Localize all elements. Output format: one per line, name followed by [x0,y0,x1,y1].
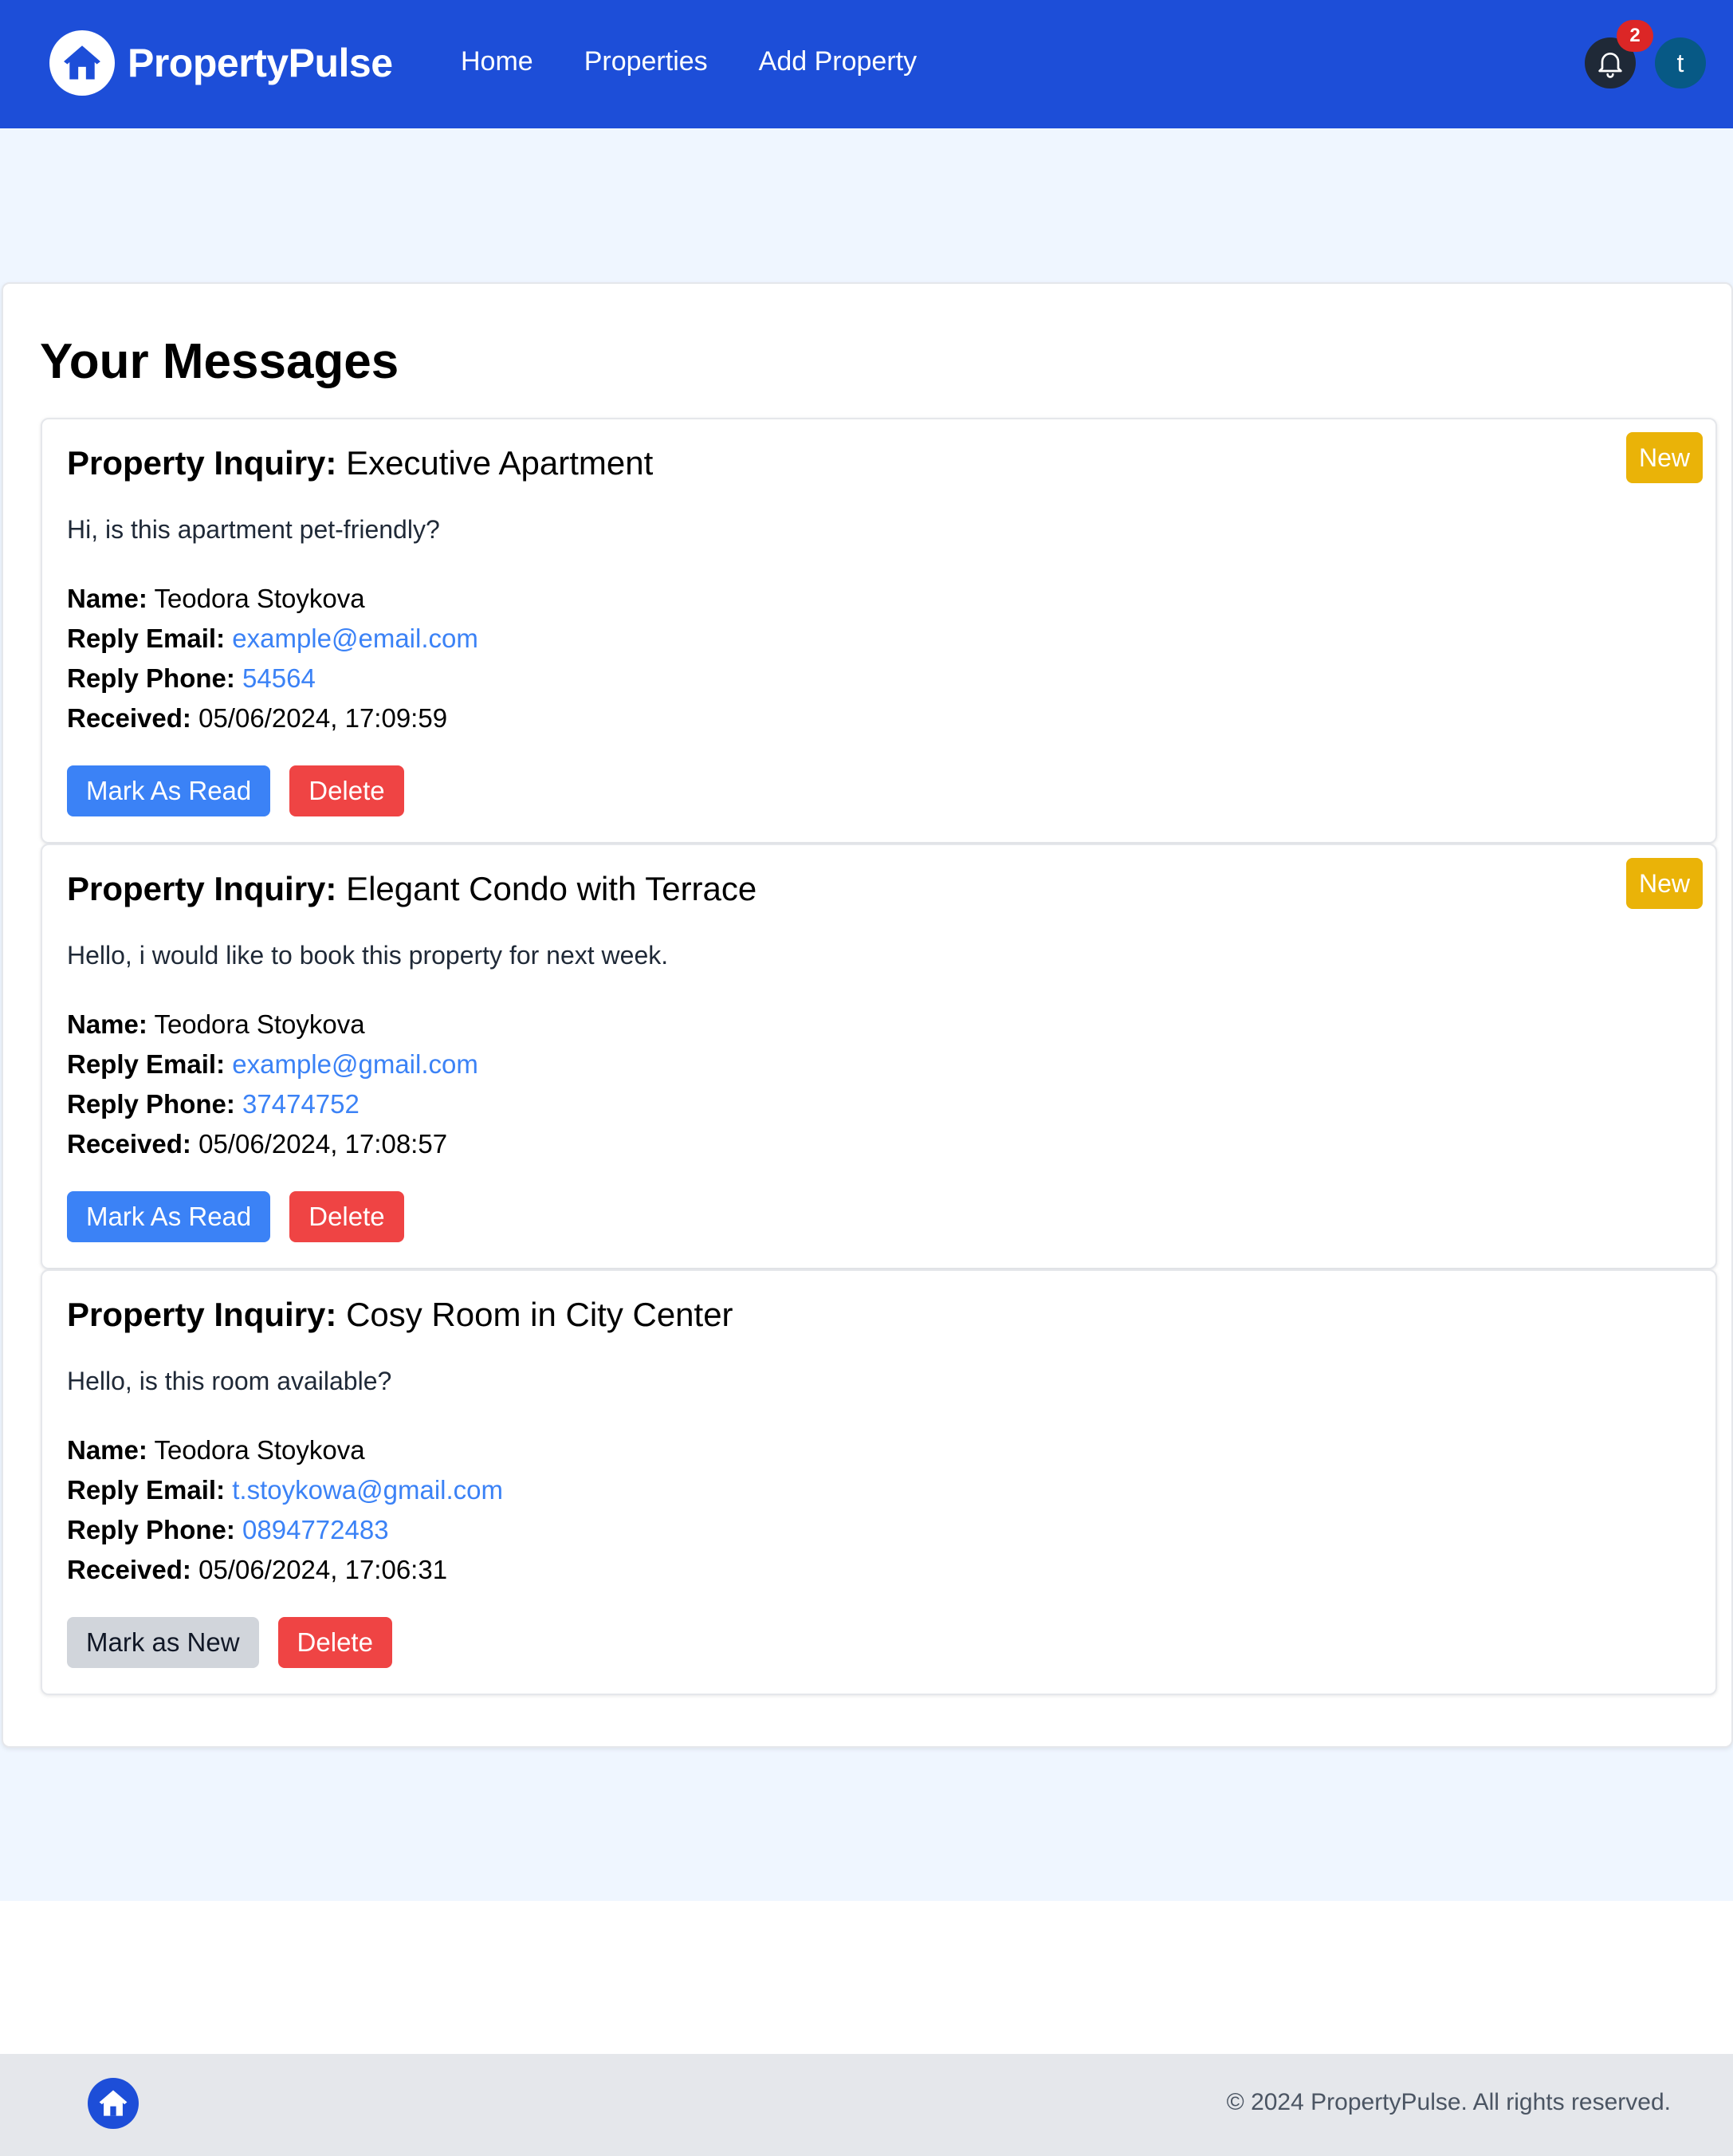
name-label: Name: [67,1435,147,1465]
reply-phone-link[interactable]: 37474752 [242,1089,360,1119]
message-subject: Property Inquiry: Executive Apartment [67,440,653,486]
reply-email-link[interactable]: example@gmail.com [232,1049,478,1079]
received-label: Received: [67,1129,191,1159]
notification-count-badge: 2 [1617,20,1653,52]
sender-name-row: Name: Teodora Stoykova [67,1005,478,1045]
nav-home[interactable]: Home [461,41,533,81]
mark-as-new-button[interactable]: Mark as New [67,1617,259,1668]
reply-phone-row: Reply Phone: 54564 [67,659,478,698]
phone-label: Reply Phone: [67,663,235,693]
received-timestamp: 05/06/2024, 17:06:31 [198,1555,448,1584]
new-badge: New [1625,432,1703,483]
received-row: Received: 05/06/2024, 17:06:31 [67,1550,503,1590]
sender-name: Teodora Stoykova [154,1009,365,1039]
received-timestamp: 05/06/2024, 17:08:57 [198,1129,448,1159]
received-label: Received: [67,703,191,733]
brand-link[interactable]: PropertyPulse [49,30,393,96]
name-label: Name: [67,1009,147,1039]
home-icon [49,30,115,96]
reply-email-link[interactable]: example@email.com [232,624,478,653]
delete-button[interactable]: Delete [289,1191,404,1242]
reply-phone-link[interactable]: 54564 [242,663,316,693]
user-avatar[interactable]: t [1655,37,1706,89]
property-name: Elegant Condo with Terrace [346,870,757,907]
message-card: Property Inquiry: Cosy Room in City Cent… [41,1269,1717,1695]
received-row: Received: 05/06/2024, 17:08:57 [67,1124,478,1164]
message-subject: Property Inquiry: Elegant Condo with Ter… [67,866,756,912]
subject-label: Property Inquiry: [67,1296,337,1333]
message-card: Property Inquiry: Executive Apartment Ne… [41,418,1717,844]
email-label: Reply Email: [67,1475,226,1505]
nav-add-property[interactable]: Add Property [759,41,917,81]
mark-as-read-button[interactable]: Mark As Read [67,765,271,816]
subject-label: Property Inquiry: [67,870,337,907]
received-row: Received: 05/06/2024, 17:09:59 [67,698,478,738]
name-label: Name: [67,584,147,613]
message-details: Name: Teodora Stoykova Reply Email: exam… [67,579,478,738]
message-actions: Mark as New Delete [67,1617,411,1668]
phone-label: Reply Phone: [67,1515,235,1544]
sender-name-row: Name: Teodora Stoykova [67,579,478,619]
copyright-text: © 2024 PropertyPulse. All rights reserve… [1226,2089,1671,2115]
reply-phone-row: Reply Phone: 0894772483 [67,1510,503,1550]
message-actions: Mark As Read Delete [67,1191,423,1242]
reply-email-link[interactable]: t.stoykowa@gmail.com [232,1475,503,1505]
brand-name: PropertyPulse [128,41,393,85]
reply-phone-row: Reply Phone: 37474752 [67,1084,478,1124]
navbar: PropertyPulse Home Properties Add Proper… [0,0,1733,128]
bell-icon [1598,53,1622,78]
reply-email-row: Reply Email: example@gmail.com [67,1045,478,1084]
sender-name-row: Name: Teodora Stoykova [67,1430,503,1470]
sender-name: Teodora Stoykova [154,1435,365,1465]
sender-name: Teodora Stoykova [154,584,365,613]
nav-properties[interactable]: Properties [584,41,708,81]
property-name: Executive Apartment [346,444,654,482]
property-name: Cosy Room in City Center [346,1296,733,1333]
email-label: Reply Email: [67,1049,226,1079]
message-body: Hi, is this apartment pet-friendly? [67,515,440,544]
message-subject: Property Inquiry: Cosy Room in City Cent… [67,1292,733,1338]
message-details: Name: Teodora Stoykova Reply Email: t.st… [67,1430,503,1590]
message-details: Name: Teodora Stoykova Reply Email: exam… [67,1005,478,1164]
reply-email-row: Reply Email: t.stoykowa@gmail.com [67,1470,503,1510]
footer: © 2024 PropertyPulse. All rights reserve… [0,2054,1733,2156]
delete-button[interactable]: Delete [289,765,404,816]
subject-label: Property Inquiry: [67,444,337,482]
page-title: Your Messages [40,334,399,389]
message-body: Hello, i would like to book this propert… [67,941,669,970]
new-badge: New [1625,858,1703,909]
phone-label: Reply Phone: [67,1089,235,1119]
received-timestamp: 05/06/2024, 17:09:59 [198,703,448,733]
mark-as-read-button[interactable]: Mark As Read [67,1191,271,1242]
reply-phone-link[interactable]: 0894772483 [242,1515,389,1544]
reply-email-row: Reply Email: example@email.com [67,619,478,659]
message-card: Property Inquiry: Elegant Condo with Ter… [41,844,1717,1269]
home-icon [88,2078,139,2129]
main-nav: Home Properties Add Property [461,41,968,81]
received-label: Received: [67,1555,191,1584]
message-actions: Mark As Read Delete [67,765,423,816]
email-label: Reply Email: [67,624,226,653]
delete-button[interactable]: Delete [277,1617,392,1668]
message-body: Hello, is this room available? [67,1367,392,1395]
